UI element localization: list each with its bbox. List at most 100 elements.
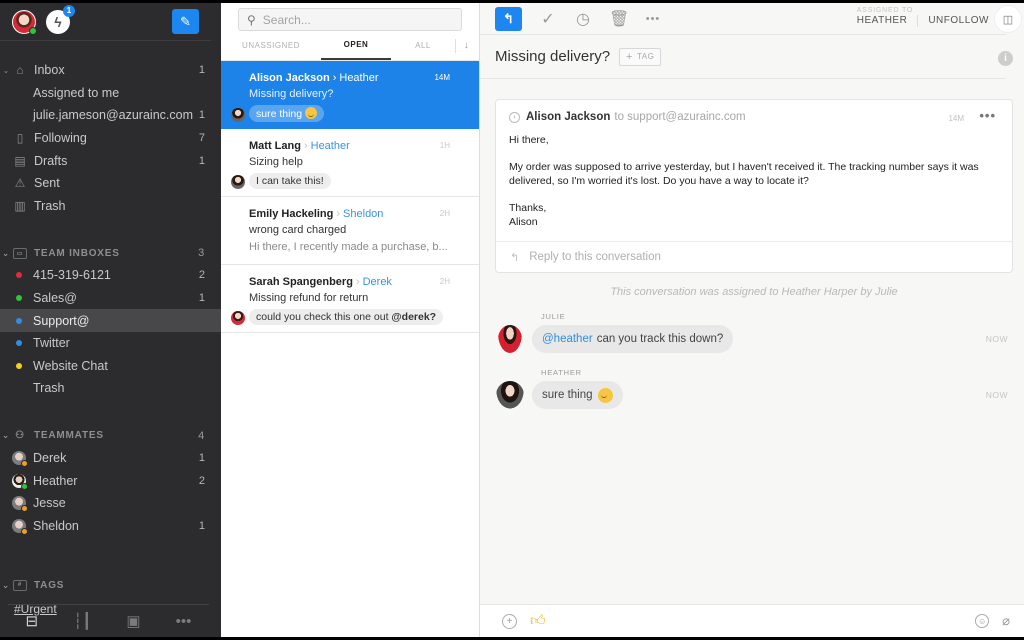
- sidebar-item-label: Trash: [33, 381, 65, 396]
- bookmark-icon: ▯: [16, 131, 24, 146]
- attachment-icon[interactable]: ⌀: [1002, 613, 1010, 629]
- sidebar-header: ϟ 1 ✎: [0, 3, 211, 41]
- conversation-subject: Sizing help: [249, 156, 303, 168]
- sidebar-item-label: julie.jameson@azurainc.com: [33, 108, 193, 123]
- sidebar-item-derek[interactable]: Derek 1: [0, 447, 221, 470]
- sidebar-item-label: Sheldon: [33, 518, 79, 533]
- sidebar-item-sales[interactable]: Sales@ 1: [0, 287, 221, 310]
- reply-to-conversation[interactable]: ↰ Reply to this conversation: [496, 241, 1012, 272]
- comment-text: sure thing: [256, 108, 303, 120]
- sidebar-item-label: Trash: [34, 198, 66, 213]
- sidebar-item-heather[interactable]: Heather 2: [0, 469, 221, 492]
- yellow-dot-icon: [16, 362, 22, 369]
- chevron-down-icon[interactable]: ⌄: [0, 431, 12, 440]
- sidebar-item-count: 1: [198, 109, 205, 122]
- chevron-down-icon[interactable]: ⌄: [0, 581, 12, 590]
- chevron-down-icon[interactable]: ⌄: [0, 66, 12, 75]
- list-tabs: UNASSIGNED OPEN ALL ↓: [221, 31, 479, 61]
- more-icon[interactable]: •••: [644, 13, 662, 25]
- sidebar-item-support[interactable]: Support@: [0, 309, 221, 332]
- conversation-item[interactable]: Matt Lang › Heather 1H Sizing help I can…: [221, 129, 479, 197]
- avatar: [498, 325, 522, 353]
- conversation-assignee: Heather: [339, 72, 379, 84]
- my-avatar[interactable]: [12, 9, 37, 35]
- chevron-down-icon[interactable]: ⌄: [0, 249, 12, 258]
- comment-composer[interactable]: + 👍︎ ☺ ⌀: [480, 604, 1024, 637]
- unfollow-button[interactable]: UNFOLLOW: [928, 15, 989, 27]
- sidebar-item-personal-inbox[interactable]: julie.jameson@azurainc.com 1: [0, 104, 221, 127]
- tags-header[interactable]: ⌄ # TAGS: [0, 574, 221, 596]
- divider: [917, 15, 919, 27]
- add-tag-button[interactable]: + TAG: [619, 47, 662, 66]
- sidebar-item-phone-inbox[interactable]: 415-319-6121 2: [0, 264, 221, 287]
- chevron-right-icon: ›: [303, 140, 308, 152]
- avatar: [12, 496, 28, 513]
- conversation-toolbar: ↰ ✓ ◷ 🗑︎ ••• ASSIGNED TO HEATHER UNFOLLO…: [480, 3, 1006, 35]
- message-more-icon[interactable]: •••: [979, 108, 996, 123]
- conversation-time: 2H: [439, 209, 450, 218]
- sidebar-item-sheldon[interactable]: Sheldon 1: [0, 515, 221, 538]
- sidebar-item-assigned-to-me[interactable]: Assigned to me: [0, 82, 221, 105]
- team-inboxes-header[interactable]: ⌄ ▭ TEAM INBOXES 3: [0, 242, 221, 264]
- sidebar-item-count: 1: [198, 64, 205, 77]
- reply-button[interactable]: ↰: [495, 6, 522, 31]
- tab-unassigned[interactable]: UNASSIGNED: [221, 31, 321, 60]
- online-status-icon: [21, 482, 28, 490]
- conversation-item[interactable]: Emily Hackeling › Sheldon 2H wrong card …: [221, 197, 479, 265]
- sidebar-item-sent[interactable]: ⚠ Sent: [0, 172, 221, 195]
- conversation-title: Missing delivery?: [495, 48, 611, 65]
- lightning-icon: ϟ: [54, 13, 62, 30]
- assignee-button[interactable]: HEATHER: [857, 15, 908, 27]
- conversation-from: Sarah Spangenberg: [249, 276, 353, 288]
- check-icon[interactable]: ✓: [539, 9, 557, 29]
- sidebar-item-trash[interactable]: ▥ Trash: [0, 195, 221, 218]
- sidebar-item-count: 1: [198, 452, 205, 465]
- more-icon[interactable]: •••: [176, 613, 192, 630]
- avatar: [231, 108, 245, 122]
- sidebar-item-team-trash[interactable]: Trash: [0, 377, 221, 400]
- tab-open[interactable]: OPEN: [321, 31, 391, 60]
- contacts-icon[interactable]: ▣: [126, 612, 140, 630]
- message-recipient: to support@azurainc.com: [614, 111, 746, 123]
- sidebar-item-drafts[interactable]: ▤ Drafts 1: [0, 149, 221, 172]
- sidebar-bottom-nav: ⊟ ┆┃ ▣ •••: [8, 604, 209, 637]
- inbox-tray-icon[interactable]: ⊟: [26, 612, 39, 630]
- sidebar-item-inbox[interactable]: ⌄ ⌂ Inbox 1: [0, 59, 221, 82]
- assignment-note: This conversation was assigned to Heathe…: [610, 286, 898, 298]
- sidebar-item-website-chat[interactable]: Website Chat: [0, 355, 221, 378]
- conversation-item[interactable]: Sarah Spangenberg › Derek 2H Missing ref…: [221, 265, 479, 333]
- online-status-icon: [29, 26, 37, 35]
- snooze-clock-icon[interactable]: ◷: [574, 9, 592, 29]
- compose-button[interactable]: ✎: [172, 9, 199, 34]
- trash-icon[interactable]: 🗑︎: [609, 9, 629, 29]
- tab-all[interactable]: ALL: [391, 31, 455, 60]
- assignment-info: ASSIGNED TO HEATHER UNFOLLOW: [857, 7, 989, 27]
- notifications-button[interactable]: ϟ 1: [46, 4, 75, 34]
- sidebar-item-label: Twitter: [33, 336, 70, 351]
- sidebar-item-count: 2: [198, 474, 205, 487]
- analytics-icon[interactable]: ┆┃: [73, 612, 91, 630]
- section-title: TEAM INBOXES: [34, 247, 120, 259]
- sidebar-item-jesse[interactable]: Jesse: [0, 492, 221, 515]
- conversation-from: Matt Lang: [249, 140, 301, 152]
- sidebar-item-following[interactable]: ▯ Following 7: [0, 127, 221, 150]
- toggle-panel-button[interactable]: ◫: [994, 5, 1022, 33]
- sidebar-item-twitter[interactable]: Twitter: [0, 332, 221, 355]
- comment-mention[interactable]: @heather: [542, 333, 593, 345]
- expand-icon[interactable]: ›: [509, 111, 520, 123]
- conversation-item[interactable]: Alison Jackson › Heather 14M Missing del…: [221, 61, 479, 129]
- emoji-icon[interactable]: ☺: [975, 614, 990, 628]
- conversation-subject: Missing delivery?: [249, 88, 334, 100]
- trash-icon: ▥: [14, 198, 26, 213]
- search-box[interactable]: ⚲: [238, 8, 462, 31]
- info-icon[interactable]: i: [998, 51, 1013, 66]
- inbox-section: ⌄ ⌂ Inbox 1 Assigned to me julie.jameson…: [0, 59, 221, 217]
- search-input[interactable]: [262, 12, 443, 27]
- sort-down-icon[interactable]: ↓: [455, 38, 477, 53]
- teammates-header[interactable]: ⌄ ⚇ TEAMMATES 4: [0, 425, 221, 447]
- add-comment-icon[interactable]: +: [502, 613, 517, 629]
- message-text: My order was supposed to arrive yesterda…: [509, 161, 979, 187]
- comment-time: NOW: [985, 334, 1008, 344]
- thumbs-up-icon[interactable]: 👍︎: [530, 612, 546, 630]
